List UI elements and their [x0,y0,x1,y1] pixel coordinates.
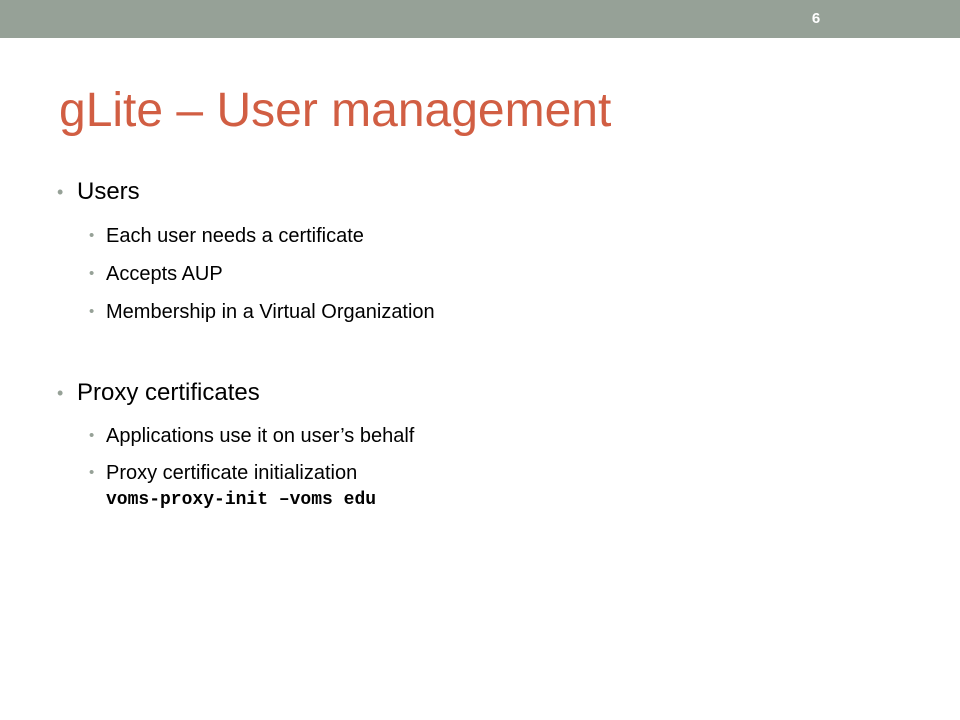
bullet-icon: • [89,265,95,282]
command-text: voms-proxy-init –voms edu [106,490,377,510]
bullet-icon: • [57,182,64,202]
slide: 6 gLite – User management • Users • Each… [0,0,960,720]
sub-bullet-applications: • Applications use it on user’s behalf [89,423,415,449]
sub-bullet-label: Applications use it on user’s behalf [106,425,415,447]
sub-bullet-vo-membership: • Membership in a Virtual Organization [89,299,435,325]
sub-bullet-aup: • Accepts AUP [89,261,223,287]
bullet-label: Users [77,178,140,205]
top-bar: 6 [0,0,960,38]
bullet-users: • Users [57,177,140,207]
bullet-icon: • [89,303,95,320]
sub-bullet-label: Proxy certificate initialization [106,462,358,484]
slide-number: 6 [811,10,821,27]
sub-bullet-certificate: • Each user needs a certificate [89,223,364,249]
bullet-label: Proxy certificates [77,379,260,406]
sub-bullet-label: Each user needs a certificate [106,225,364,247]
bullet-icon: • [89,427,95,444]
bullet-icon: • [57,383,64,403]
sub-bullet-label: Accepts AUP [106,263,223,285]
bullet-icon: • [89,227,95,244]
bullet-icon: • [89,464,95,481]
bullet-proxy-certificates: • Proxy certificates [57,378,260,408]
sub-bullet-label: Membership in a Virtual Organization [106,301,435,323]
slide-title: gLite – User management [59,84,612,137]
sub-bullet-proxy-init: • Proxy certificate initialization voms-… [89,460,377,510]
